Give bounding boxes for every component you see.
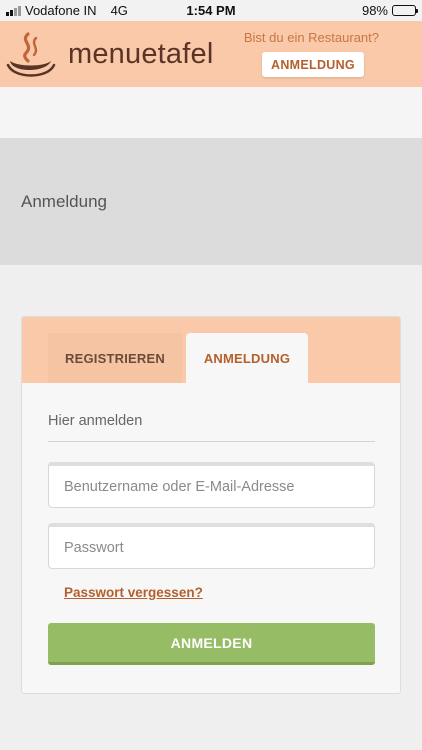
- password-input[interactable]: [48, 523, 375, 569]
- auth-tabs: REGISTRIEREN ANMELDUNG: [22, 317, 400, 383]
- header-login-button[interactable]: ANMELDUNG: [262, 52, 364, 77]
- tab-login[interactable]: ANMELDUNG: [186, 333, 308, 383]
- tab-register[interactable]: REGISTRIEREN: [48, 333, 182, 383]
- page-title-banner: Anmeldung: [0, 138, 422, 265]
- steaming-cup-icon[interactable]: [6, 31, 56, 79]
- status-bar: Vodafone IN 4G 1:54 PM 98%: [0, 0, 422, 21]
- clock: 1:54 PM: [186, 3, 236, 18]
- brand-logo-text[interactable]: menuetafel: [68, 38, 214, 71]
- page-title: Anmeldung: [21, 192, 108, 211]
- status-bar-right: 98%: [361, 3, 418, 18]
- forgot-password-link[interactable]: Passwort vergessen?: [64, 585, 203, 600]
- spacer-band: [0, 87, 422, 138]
- username-input[interactable]: [48, 462, 375, 508]
- login-subtitle: Hier anmelden: [48, 413, 143, 429]
- battery-percent: 98%: [361, 3, 388, 18]
- divider: [48, 441, 375, 442]
- login-submit-button[interactable]: ANMELDEN: [48, 623, 375, 665]
- battery-icon: [392, 5, 418, 16]
- restaurant-promo-text: Bist du ein Restaurant?: [243, 30, 379, 45]
- login-card: REGISTRIEREN ANMELDUNG Hier anmelden Pas…: [21, 316, 401, 694]
- app-header: menuetafel Bist du ein Restaurant? ANMEL…: [0, 21, 422, 87]
